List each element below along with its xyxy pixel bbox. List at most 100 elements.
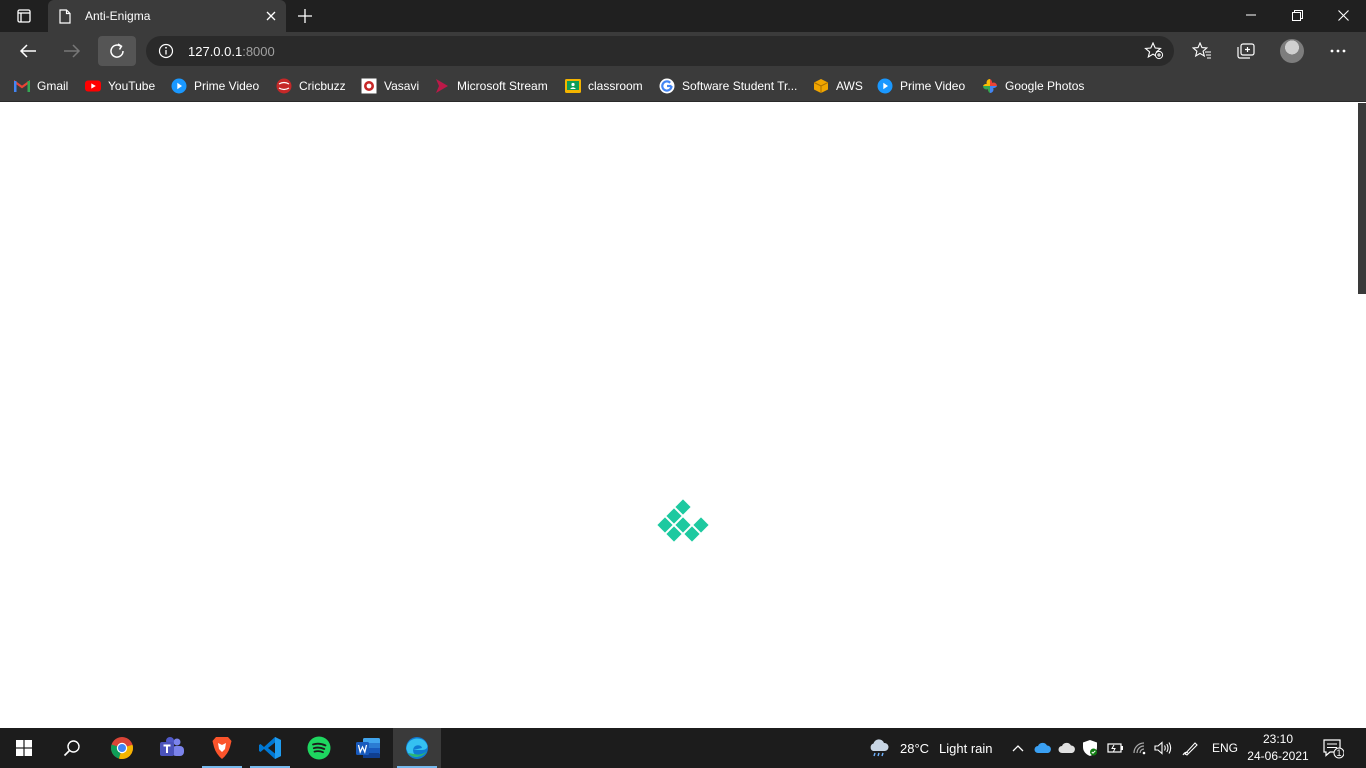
bookmark-label: Prime Video <box>900 79 966 93</box>
notifications-button[interactable]: 1 <box>1322 728 1344 768</box>
close-window-button[interactable] <box>1320 0 1366 30</box>
url-port: :8000 <box>242 44 275 59</box>
url-text[interactable]: 127.0.0.1:8000 <box>188 44 275 59</box>
back-button[interactable] <box>12 36 44 66</box>
weather-condition: Light rain <box>939 740 993 756</box>
browser-tab[interactable]: Anti-Enigma <box>48 0 286 32</box>
onedrive-icon <box>1034 742 1051 753</box>
battery-tray[interactable] <box>1106 728 1124 768</box>
restore-button[interactable] <box>1274 0 1320 30</box>
arrow-right-icon <box>64 44 81 58</box>
gmail-icon <box>14 78 30 94</box>
close-tab-button[interactable] <box>256 0 286 32</box>
language-indicator[interactable]: ENG <box>1212 728 1238 768</box>
bookmark-label: Software Student Tr... <box>682 79 798 93</box>
browser-toolbar: 127.0.0.1:8000 <box>0 32 1366 70</box>
close-icon <box>266 11 276 21</box>
refresh-icon <box>110 43 124 58</box>
avatar <box>1280 39 1304 63</box>
classroom-icon <box>565 78 581 94</box>
taskbar-vscode[interactable] <box>246 728 294 768</box>
bookmark-label: Google Photos <box>1005 79 1085 93</box>
bookmark-cricbuzz[interactable]: Cricbuzz <box>276 76 346 96</box>
tab-title: Anti-Enigma <box>85 9 151 23</box>
minimize-button[interactable] <box>1228 0 1274 30</box>
page-icon <box>59 8 73 24</box>
edge-icon <box>406 737 428 759</box>
weather-widget[interactable]: 28°C Light rain <box>868 728 993 768</box>
bookmark-aws[interactable]: AWS <box>813 76 863 96</box>
language-label: ENG <box>1212 741 1239 755</box>
close-icon <box>1337 9 1349 21</box>
onedrive-tray[interactable] <box>1034 728 1052 768</box>
taskbar-word[interactable] <box>344 728 392 768</box>
favorites-button[interactable] <box>1186 36 1218 66</box>
taskbar-teams[interactable] <box>148 728 196 768</box>
shield-icon <box>1083 740 1097 756</box>
settings-more-button[interactable] <box>1322 36 1354 66</box>
loading-spinner-icon <box>657 499 709 542</box>
page-content <box>0 103 1366 728</box>
word-icon <box>356 738 380 758</box>
profile-button[interactable] <box>1276 36 1308 66</box>
start-button[interactable] <box>0 728 48 768</box>
prime-video-icon <box>171 78 187 94</box>
more-icon <box>1330 49 1346 53</box>
taskbar-spotify[interactable] <box>295 728 343 768</box>
pen-icon <box>1182 742 1198 756</box>
info-icon[interactable] <box>158 43 174 59</box>
bookmark-label: classroom <box>588 79 643 93</box>
bookmark-vasavi[interactable]: Vasavi <box>361 76 419 96</box>
notification-count: 1 <box>1336 748 1342 758</box>
search-button[interactable] <box>48 728 96 768</box>
youtube-icon <box>85 78 101 94</box>
bookmark-prime-video[interactable]: Prime Video <box>171 76 259 96</box>
arrow-left-icon <box>19 44 36 58</box>
brave-icon <box>212 737 232 759</box>
security-tray[interactable] <box>1082 728 1098 768</box>
tab-actions-button[interactable] <box>8 0 40 32</box>
google-photos-icon <box>982 78 998 94</box>
new-tab-button[interactable] <box>290 0 320 32</box>
restore-icon <box>1291 9 1303 21</box>
taskbar-brave[interactable] <box>198 728 246 768</box>
microsoft-stream-icon <box>434 78 450 94</box>
bookmark-youtube[interactable]: YouTube <box>85 76 155 96</box>
plus-icon <box>298 9 312 23</box>
battery-icon <box>1107 743 1123 753</box>
weather-temp: 28°C <box>900 740 930 756</box>
show-hidden-icons-button[interactable] <box>1012 728 1024 768</box>
bookmark-microsoft-stream[interactable]: Microsoft Stream <box>434 76 548 96</box>
bookmark-software-student-training[interactable]: Software Student Tr... <box>659 76 797 96</box>
taskbar-chrome[interactable] <box>98 728 146 768</box>
onedrive-personal-tray[interactable] <box>1058 728 1076 768</box>
bookmark-gmail[interactable]: Gmail <box>14 76 68 96</box>
bookmark-classroom[interactable]: classroom <box>565 76 643 96</box>
vscode-icon <box>259 737 281 759</box>
forward-button[interactable] <box>56 36 88 66</box>
title-bar: Anti-Enigma <box>0 0 1366 32</box>
favorites-icon <box>1192 42 1211 59</box>
clock[interactable]: 23:10 24-06-2021 <box>1240 731 1316 765</box>
network-tray[interactable] <box>1132 728 1148 768</box>
bookmark-label: Cricbuzz <box>299 79 346 93</box>
taskbar: 28°C Light rain ENG 23:10 24-06-2021 1 <box>0 728 1366 768</box>
refresh-button[interactable] <box>98 36 136 66</box>
volume-tray[interactable] <box>1154 728 1172 768</box>
minimize-icon <box>1246 14 1256 16</box>
collections-icon <box>1237 43 1255 59</box>
bookmark-google-photos[interactable]: Google Photos <box>982 76 1084 96</box>
clock-time: 23:10 <box>1262 732 1294 746</box>
cloud-icon <box>1058 742 1075 753</box>
taskbar-edge[interactable] <box>393 728 441 768</box>
collections-button[interactable] <box>1230 36 1262 66</box>
bookmark-prime-video-2[interactable]: Prime Video <box>877 76 965 96</box>
bookmark-label: Vasavi <box>384 79 420 93</box>
address-bar[interactable]: 127.0.0.1:8000 <box>146 36 1174 66</box>
wifi-icon <box>1133 742 1146 755</box>
add-favorite-icon[interactable] <box>1144 42 1164 60</box>
prime-video-icon <box>877 78 893 94</box>
pen-tray[interactable] <box>1182 728 1200 768</box>
scrollbar[interactable] <box>1358 103 1366 294</box>
speaker-icon <box>1154 741 1172 755</box>
